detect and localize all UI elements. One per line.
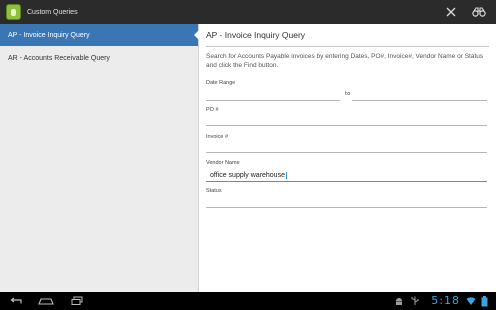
query-form: AP - Invoice Inquiry Query Search for Ac… bbox=[199, 24, 496, 292]
close-icon[interactable] bbox=[440, 1, 462, 23]
status-label: Status bbox=[206, 188, 222, 194]
home-icon[interactable] bbox=[38, 295, 54, 307]
status-clock: 5:18 bbox=[431, 294, 460, 307]
status-field[interactable] bbox=[206, 198, 487, 208]
recent-apps-icon[interactable] bbox=[70, 295, 84, 307]
po-field[interactable] bbox=[206, 116, 487, 126]
invoice-label: Invoice # bbox=[206, 134, 229, 140]
app-title: Custom Queries bbox=[27, 8, 78, 16]
form-description: Search for Accounts Payable invoices by … bbox=[206, 53, 484, 69]
system-bar: 5:18 bbox=[0, 292, 496, 310]
vendor-name-label: Vendor Name bbox=[206, 160, 240, 166]
app-icon[interactable] bbox=[6, 4, 21, 20]
action-bar: Custom Queries bbox=[0, 0, 496, 24]
date-from-field[interactable] bbox=[206, 91, 340, 101]
list-item-ar-receivable-query[interactable]: AR - Accounts Receivable Query bbox=[0, 47, 198, 69]
query-list: AP - Invoice Inquiry Query AR - Accounts… bbox=[0, 24, 199, 292]
back-icon[interactable] bbox=[9, 295, 23, 307]
usb-icon bbox=[410, 295, 420, 307]
vendor-name-value: office supply warehouse bbox=[210, 172, 287, 179]
list-item-ap-invoice-query[interactable]: AP - Invoice Inquiry Query bbox=[0, 24, 199, 46]
list-item-label: AR - Accounts Receivable Query bbox=[8, 54, 110, 62]
date-to-field[interactable] bbox=[352, 91, 487, 101]
vendor-name-field[interactable]: office supply warehouse bbox=[206, 171, 487, 182]
battery-icon bbox=[480, 295, 488, 307]
date-to-separator: to bbox=[345, 91, 351, 97]
title-divider bbox=[206, 46, 489, 47]
action-bar-actions bbox=[434, 0, 490, 24]
android-icon bbox=[394, 295, 404, 307]
list-item-label: AP - Invoice Inquiry Query bbox=[8, 31, 90, 39]
po-label: PO # bbox=[206, 107, 219, 113]
invoice-field[interactable] bbox=[206, 143, 487, 153]
wifi-icon bbox=[466, 295, 476, 307]
page-title: AP - Invoice Inquiry Query bbox=[206, 30, 306, 40]
date-range-label: Date Range bbox=[206, 80, 236, 86]
binoculars-icon[interactable] bbox=[468, 1, 490, 23]
